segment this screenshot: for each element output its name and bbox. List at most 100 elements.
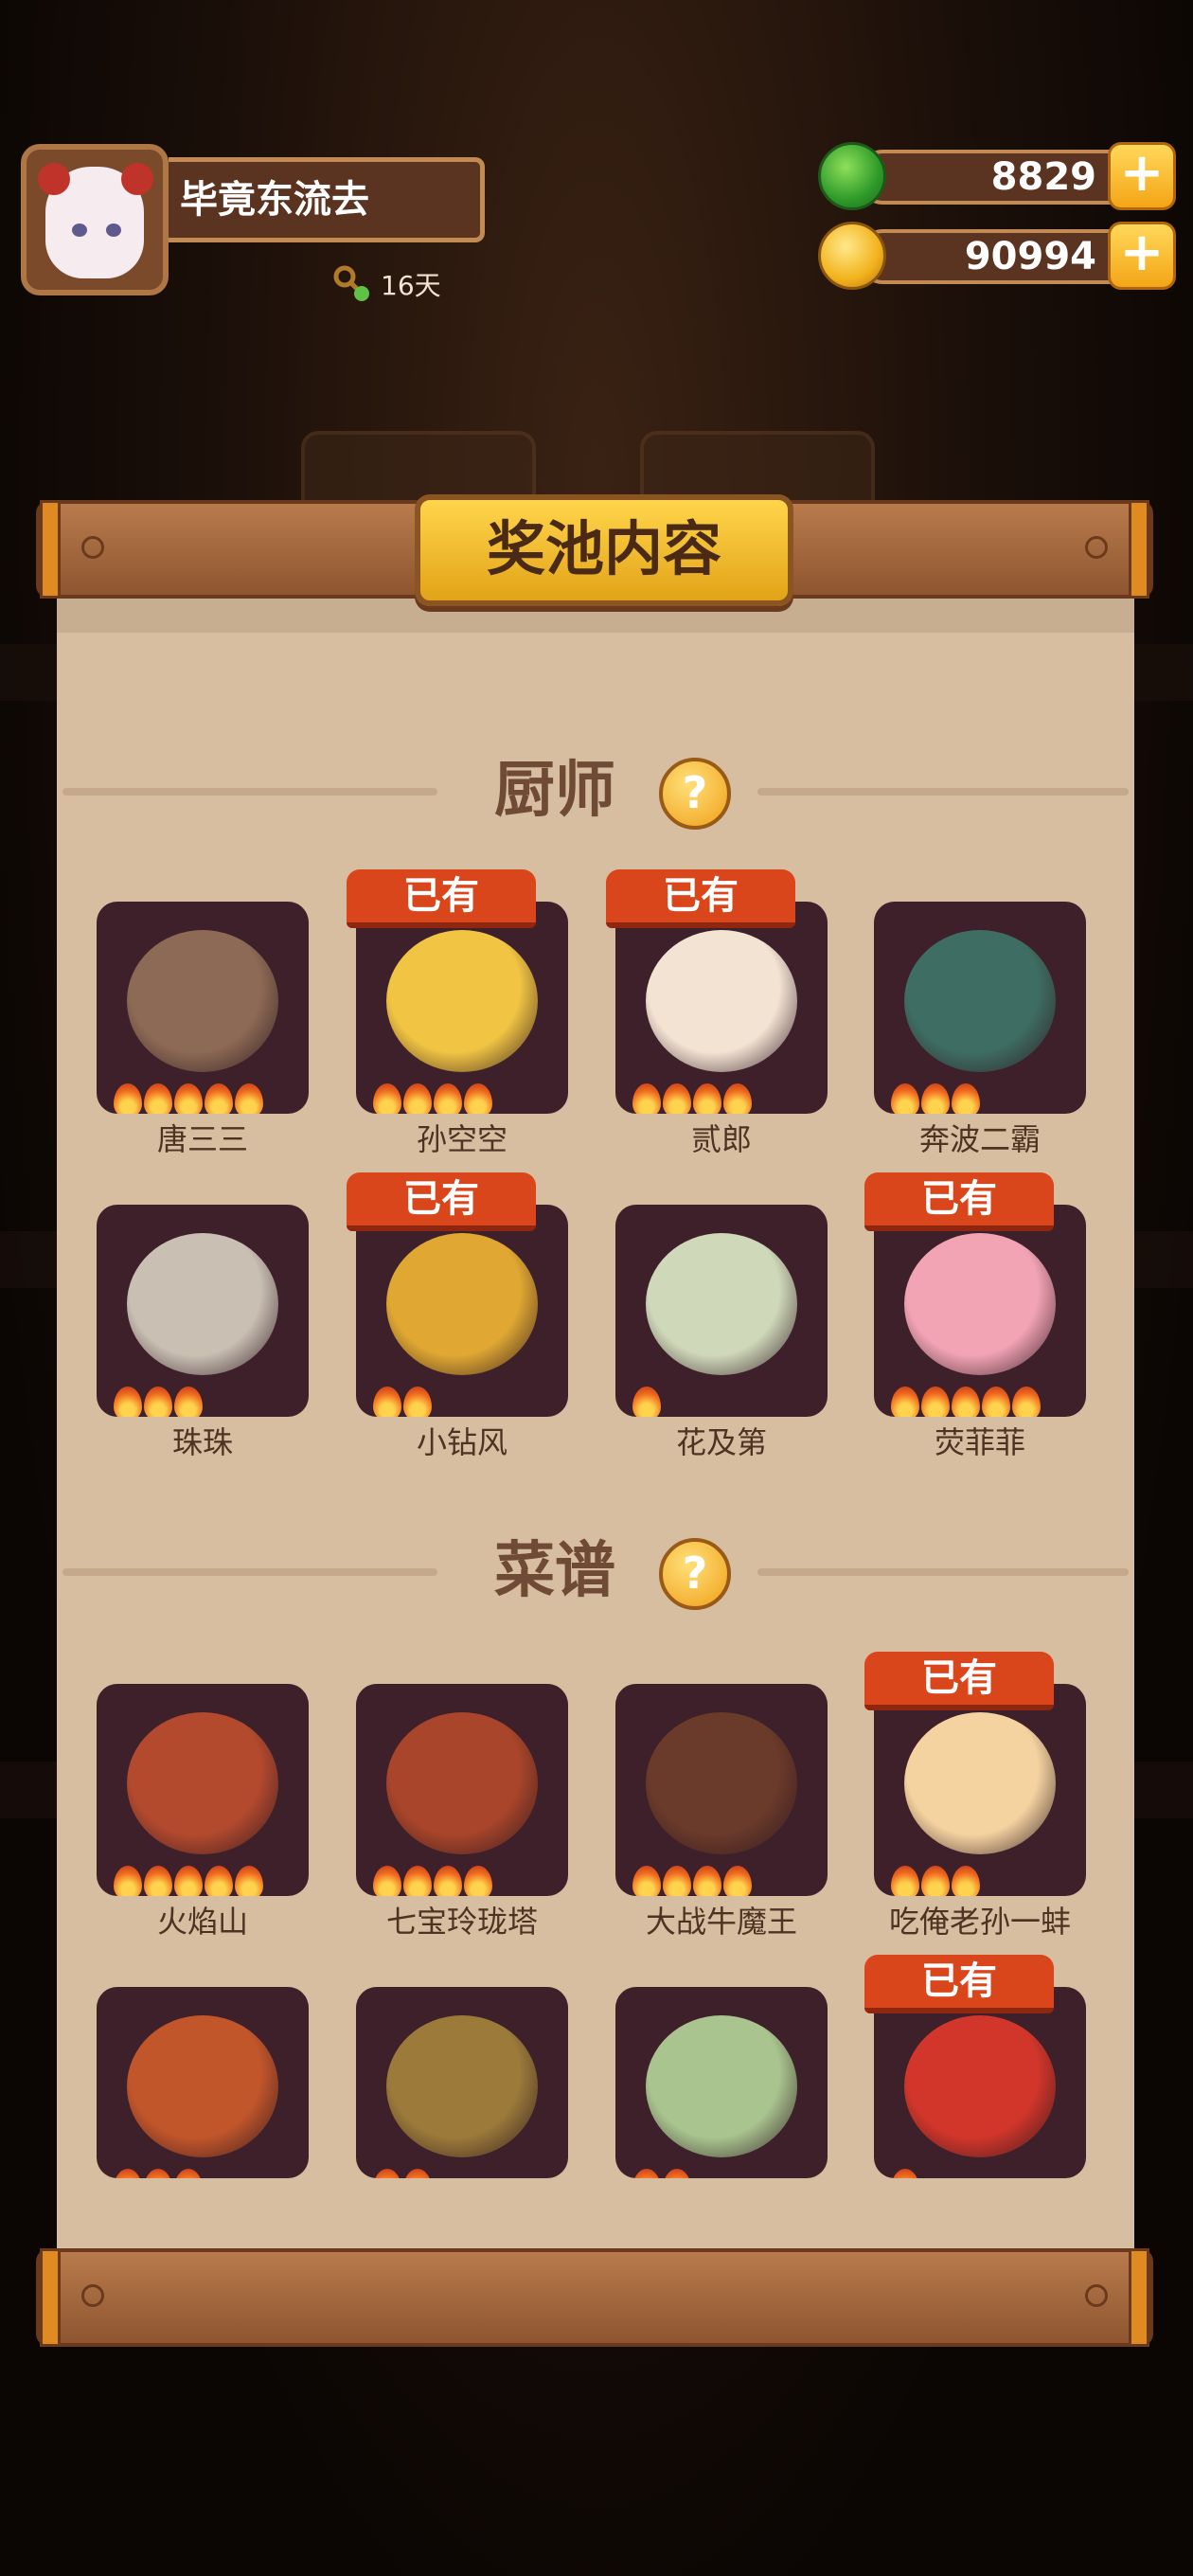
- rod-cap: [1129, 2248, 1149, 2347]
- add-coins-button[interactable]: +: [1108, 222, 1176, 290]
- chef-card[interactable]: [615, 1205, 828, 1417]
- owned-badge: 已有: [864, 1652, 1054, 1710]
- recipe-card[interactable]: [356, 1987, 568, 2178]
- chef-card[interactable]: [356, 1205, 568, 1417]
- key-icon: [333, 265, 371, 303]
- recipe-name: 火焰山: [156, 1904, 248, 1940]
- recipe-card[interactable]: [97, 1684, 309, 1896]
- recipes-help-button[interactable]: ?: [659, 1538, 731, 1610]
- flame-icon: [174, 1083, 203, 1114]
- recipe-portrait: [386, 1712, 538, 1854]
- rod-cap: [40, 500, 61, 599]
- recipe-card[interactable]: [97, 1987, 309, 2178]
- recipe-portrait: [646, 1712, 797, 1854]
- chef-portrait: [646, 1233, 797, 1375]
- flame-icon: [663, 1083, 691, 1114]
- flame-icon: [144, 1386, 172, 1417]
- owned-badge: 已有: [347, 869, 536, 928]
- recipe-portrait: [904, 2015, 1056, 2157]
- recipe-card[interactable]: [874, 1684, 1086, 1896]
- star-rating: [891, 1866, 980, 1896]
- flame-icon: [693, 1083, 721, 1114]
- divider-line: [757, 788, 1129, 796]
- star-rating: [114, 1083, 263, 1114]
- rod-nail: [1085, 536, 1108, 559]
- flame-icon: [114, 1866, 142, 1896]
- player-avatar[interactable]: [21, 144, 169, 295]
- recipe-portrait: [646, 2015, 797, 2157]
- flame-icon: [434, 1866, 462, 1896]
- recipe-name: 吃俺老孙一蚌: [888, 1904, 1071, 1940]
- chefs-help-button[interactable]: ?: [659, 758, 731, 830]
- chef-name: 唐三三: [156, 1121, 248, 1157]
- flame-icon: [403, 2169, 432, 2178]
- chef-name: 小钻风: [416, 1424, 507, 1460]
- chef-portrait: [127, 1233, 278, 1375]
- recipe-portrait: [127, 1712, 278, 1854]
- flame-icon: [982, 1386, 1010, 1417]
- chef-name: 珠珠: [171, 1424, 233, 1460]
- avatar-hair-bun: [38, 163, 70, 195]
- star-rating: [114, 2169, 203, 2178]
- flame-icon: [952, 1866, 980, 1896]
- flame-icon: [1012, 1386, 1041, 1417]
- star-rating: [891, 2169, 919, 2178]
- add-jade-button[interactable]: +: [1108, 142, 1176, 210]
- flame-icon: [921, 1083, 950, 1114]
- coin-icon: [818, 222, 886, 290]
- login-days: 16天: [333, 263, 441, 305]
- chef-card[interactable]: [874, 1205, 1086, 1417]
- owned-badge: 已有: [864, 1172, 1054, 1231]
- jade-currency: 8829 +: [818, 142, 1176, 210]
- chef-portrait: [904, 1233, 1056, 1375]
- flame-icon: [952, 1386, 980, 1417]
- recipe-card[interactable]: [874, 1987, 1086, 2178]
- flame-icon: [114, 2169, 142, 2178]
- flame-icon: [663, 1866, 691, 1896]
- flame-icon: [464, 1866, 492, 1896]
- recipe-name: 大战牛魔王: [645, 1904, 797, 1940]
- recipe-portrait: [904, 1712, 1056, 1854]
- flame-icon: [952, 1083, 980, 1114]
- recipe-card[interactable]: [615, 1684, 828, 1896]
- divider-line: [62, 788, 437, 796]
- flame-icon: [891, 1386, 919, 1417]
- rod-nail: [81, 2284, 104, 2307]
- chef-card[interactable]: [356, 902, 568, 1114]
- flame-icon: [632, 1386, 661, 1417]
- flame-icon: [663, 2169, 691, 2178]
- flame-icon: [144, 1866, 172, 1896]
- recipe-card[interactable]: [615, 1987, 828, 2178]
- flame-icon: [434, 1083, 462, 1114]
- chef-portrait: [386, 930, 538, 1072]
- flame-icon: [723, 1866, 752, 1896]
- avatar-hair-bun: [121, 163, 153, 195]
- chef-card[interactable]: [97, 902, 309, 1114]
- star-rating: [632, 1386, 661, 1417]
- divider-line: [62, 1568, 437, 1576]
- avatar-eye: [72, 224, 87, 237]
- owned-badge: 已有: [347, 1172, 536, 1231]
- flame-icon: [144, 2169, 172, 2178]
- player-name: 毕竟东流去: [169, 157, 485, 242]
- flame-icon: [632, 2169, 661, 2178]
- chef-card[interactable]: [874, 902, 1086, 1114]
- divider-line: [757, 1568, 1129, 1576]
- flame-icon: [891, 1866, 919, 1896]
- flame-icon: [921, 1386, 950, 1417]
- flame-icon: [403, 1083, 432, 1114]
- star-rating: [373, 2169, 432, 2178]
- rod-cap: [1129, 500, 1149, 599]
- chefs-section-header: 厨师 ?: [57, 748, 1134, 833]
- chef-card[interactable]: [97, 1205, 309, 1417]
- flame-icon: [403, 1386, 432, 1417]
- star-rating: [373, 1386, 432, 1417]
- chef-card[interactable]: [615, 902, 828, 1114]
- avatar-eye: [106, 224, 121, 237]
- flame-icon: [891, 2169, 919, 2178]
- chef-portrait: [386, 1233, 538, 1375]
- chef-name: 奔波二霸: [918, 1121, 1041, 1157]
- flame-icon: [632, 1866, 661, 1896]
- recipe-portrait: [386, 2015, 538, 2157]
- recipe-card[interactable]: [356, 1684, 568, 1896]
